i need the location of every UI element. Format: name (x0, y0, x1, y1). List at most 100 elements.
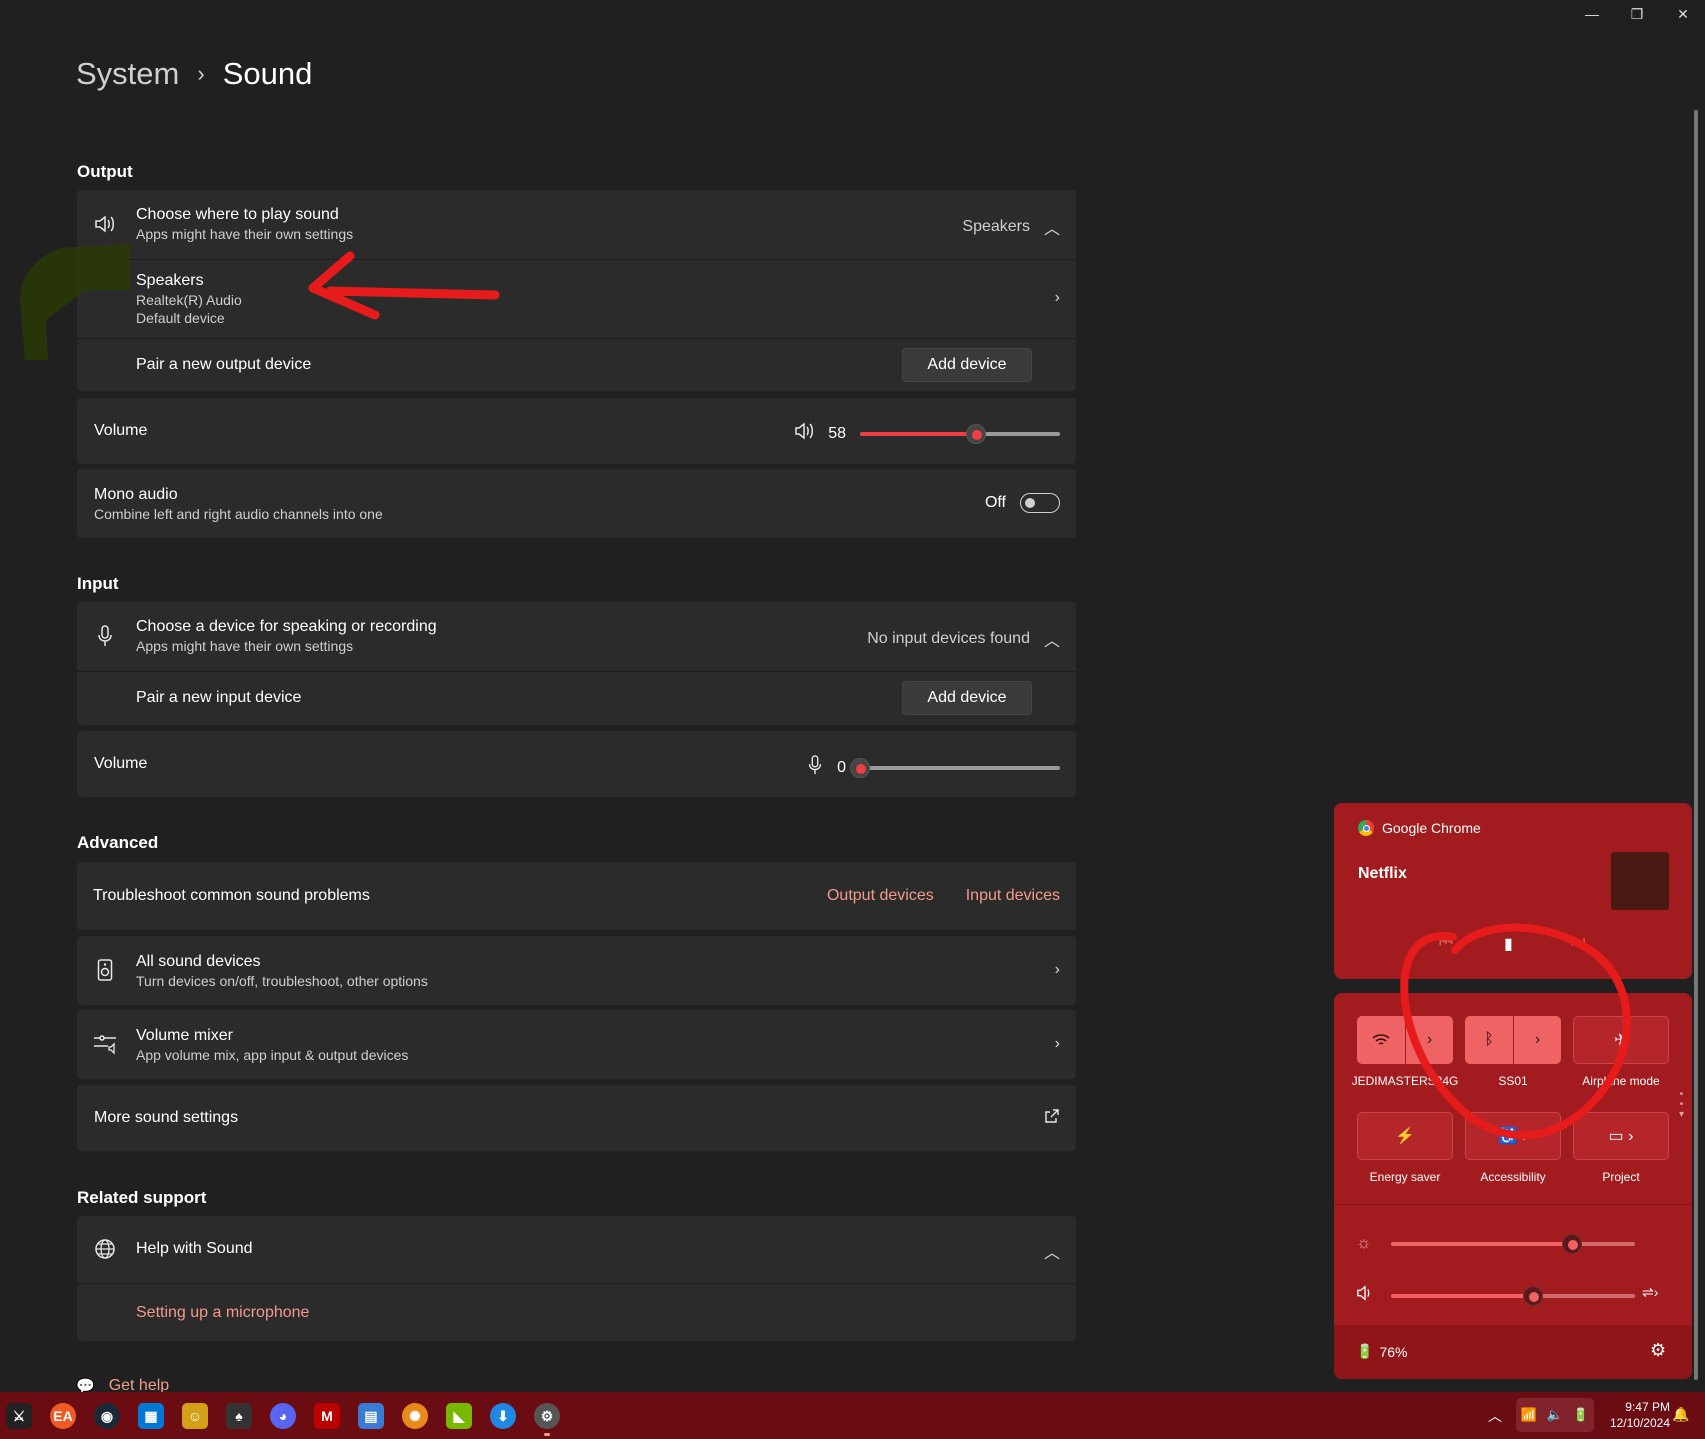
settings-taskbar-icon[interactable]: ⚙ (534, 1403, 560, 1429)
energy-saver-label: Energy saver (1369, 1170, 1441, 1184)
scrollbar[interactable] (1694, 110, 1698, 1380)
chevron-up-icon[interactable]: ︿ (1044, 215, 1060, 239)
game-icon[interactable]: ☺ (182, 1403, 208, 1429)
help-link-row: Setting up a microphone (77, 1283, 1076, 1341)
help-with-sound-row[interactable]: Help with Sound ︿ (77, 1216, 1076, 1283)
volume-microphone-icon[interactable] (807, 755, 823, 780)
device-status: Default device (136, 310, 225, 326)
volume-mixer-row[interactable]: Volume mixer App volume mix, app input &… (77, 1010, 1076, 1079)
audio-output-select-icon[interactable]: ⇌› (1642, 1284, 1658, 1301)
selected-output-value: Speakers (962, 218, 1030, 235)
related-support-title: Related support (77, 1188, 207, 1207)
volume-mixer-subtitle: App volume mix, app input & output devic… (136, 1047, 409, 1063)
input-device-card: Choose a device for speaking or recordin… (77, 602, 1076, 725)
qs-volume-slider[interactable] (1391, 1286, 1635, 1306)
app-icon[interactable]: ⬇ (490, 1403, 516, 1429)
divider (1334, 1204, 1692, 1205)
qs-volume-icon[interactable] (1356, 1285, 1374, 1306)
help-with-sound-card: Help with Sound ︿ Setting up a microphon… (77, 1216, 1076, 1341)
previous-track-icon[interactable]: ⏮ (1439, 934, 1453, 952)
brightness-slider[interactable] (1391, 1234, 1635, 1254)
discord-icon[interactable]: ◕ (270, 1403, 296, 1429)
accessibility-tile[interactable]: ♿ › (1465, 1112, 1561, 1160)
wifi-label: JEDIMASTERS24G (1351, 1074, 1459, 1088)
maximize-button[interactable]: ❐ (1617, 6, 1657, 23)
ea-app-icon[interactable]: EA (50, 1403, 76, 1429)
airplane-mode-tile[interactable]: ✈ (1573, 1016, 1669, 1064)
all-sound-devices-subtitle: Turn devices on/off, troubleshoot, other… (136, 973, 428, 989)
choose-input-subtitle: Apps might have their own settings (136, 638, 354, 654)
wifi-expand-button[interactable]: › (1406, 1016, 1453, 1064)
wifi-icon: 📶 (1520, 1407, 1538, 1422)
pair-output-row: Pair a new output device Add device (77, 338, 1076, 391)
steam-icon[interactable]: ◉ (94, 1403, 120, 1429)
next-track-icon[interactable]: ⏭ (1571, 934, 1585, 952)
selected-input-value: No input devices found (867, 630, 1030, 647)
taskbar: ⚔ EA ◉ ▦ ☺ ♠ ◕ M ▤ ✺ ◣ ⬇ ⚙ ︿ 📶 🔈 🔋 9:47 … (0, 1392, 1705, 1439)
minimize-button[interactable]: — (1572, 6, 1612, 22)
battery-icon: 🔋 (1356, 1343, 1374, 1359)
troubleshoot-output-link[interactable]: Output devices (827, 887, 934, 905)
energy-saver-tile[interactable]: ⚡ (1357, 1112, 1453, 1160)
add-input-device-button[interactable]: Add device (902, 681, 1032, 715)
output-section-title: Output (77, 162, 133, 181)
project-tile[interactable]: ▭ › (1573, 1112, 1669, 1160)
pager-dots[interactable]: • • ▾ (1679, 1090, 1684, 1120)
store-icon[interactable]: ▦ (138, 1403, 164, 1429)
external-link-icon (1044, 1108, 1060, 1129)
volume-icon: 🔈 (1546, 1407, 1564, 1422)
chevron-up-icon[interactable]: ︿ (1488, 1406, 1502, 1426)
choose-output-row[interactable]: Choose where to play sound Apps might ha… (77, 190, 1076, 259)
troubleshoot-input-link[interactable]: Input devices (966, 887, 1060, 905)
close-button[interactable]: ✕ (1663, 6, 1703, 23)
active-indicator (544, 1433, 550, 1436)
output-device-card: Choose where to play sound Apps might ha… (77, 190, 1076, 391)
app-icon[interactable]: ♠ (226, 1403, 252, 1429)
wifi-tile[interactable] (1357, 1016, 1405, 1064)
bluetooth-expand-button[interactable]: › (1514, 1016, 1561, 1064)
choose-input-title: Choose a device for speaking or recordin… (136, 618, 437, 635)
mono-audio-toggle[interactable] (1020, 493, 1060, 513)
predator-app-icon[interactable]: ⚔ (6, 1403, 32, 1429)
accessibility-label: Accessibility (1480, 1170, 1546, 1184)
breadcrumb-system[interactable]: System (76, 56, 179, 92)
input-volume-value: 0 (837, 758, 846, 776)
app-icon[interactable]: ▤ (358, 1403, 384, 1429)
play-pause-icon[interactable]: ▮ (1504, 934, 1513, 954)
choose-input-row[interactable]: Choose a device for speaking or recordin… (77, 602, 1076, 671)
chevron-right-icon: › (1054, 961, 1060, 978)
speaker-box-icon (93, 958, 117, 982)
bluetooth-label: SS01 (1498, 1074, 1528, 1088)
more-sound-settings-row[interactable]: More sound settings (77, 1085, 1076, 1151)
volume-speaker-icon[interactable] (794, 422, 814, 445)
speakers-device-row[interactable]: Speakers Realtek(R) Audio Default device… (77, 259, 1076, 338)
more-sound-settings-label: More sound settings (94, 1109, 239, 1126)
media-thumbnail (1611, 852, 1669, 910)
bluetooth-tile[interactable]: ᛒ (1465, 1016, 1513, 1064)
clock[interactable]: 9:47 PM 12/10/2024 (1596, 1399, 1670, 1431)
add-output-device-button[interactable]: Add device (902, 348, 1032, 382)
quick-settings-card: › JEDIMASTERS24G ᛒ › SS01 ✈ Airplane mod… (1334, 993, 1692, 1379)
chevron-up-icon[interactable]: ︿ (1044, 627, 1060, 651)
chevron-right-icon: › (1534, 1031, 1541, 1048)
advanced-section-title: Advanced (77, 833, 159, 852)
speaker-icon (93, 212, 117, 236)
nvidia-icon[interactable]: ◣ (446, 1403, 472, 1429)
clock-date: 12/10/2024 (1609, 1416, 1670, 1430)
chevron-up-icon[interactable]: ︿ (1044, 1239, 1060, 1263)
clock-time: 9:47 PM (1625, 1400, 1670, 1414)
input-volume-slider[interactable] (850, 757, 1060, 778)
mcafee-icon[interactable]: M (314, 1403, 340, 1429)
troubleshoot-row: Troubleshoot common sound problems Outpu… (77, 862, 1076, 930)
output-volume-slider[interactable] (860, 423, 1060, 444)
wifi-icon (1372, 1034, 1390, 1045)
choose-output-subtitle: Apps might have their own settings (136, 226, 354, 242)
output-volume-value: 58 (828, 424, 846, 442)
system-tray-group[interactable]: 📶 🔈 🔋 (1516, 1398, 1594, 1432)
settings-gear-icon[interactable]: ⚙ (1650, 1340, 1666, 1361)
media-app-name: Google Chrome (1382, 820, 1481, 836)
all-sound-devices-row[interactable]: All sound devices Turn devices on/off, t… (77, 936, 1076, 1005)
app-icon[interactable]: ✺ (402, 1403, 428, 1429)
setting-up-microphone-link[interactable]: Setting up a microphone (136, 1304, 309, 1321)
notification-bell-icon[interactable]: 🔔 (1672, 1406, 1689, 1423)
